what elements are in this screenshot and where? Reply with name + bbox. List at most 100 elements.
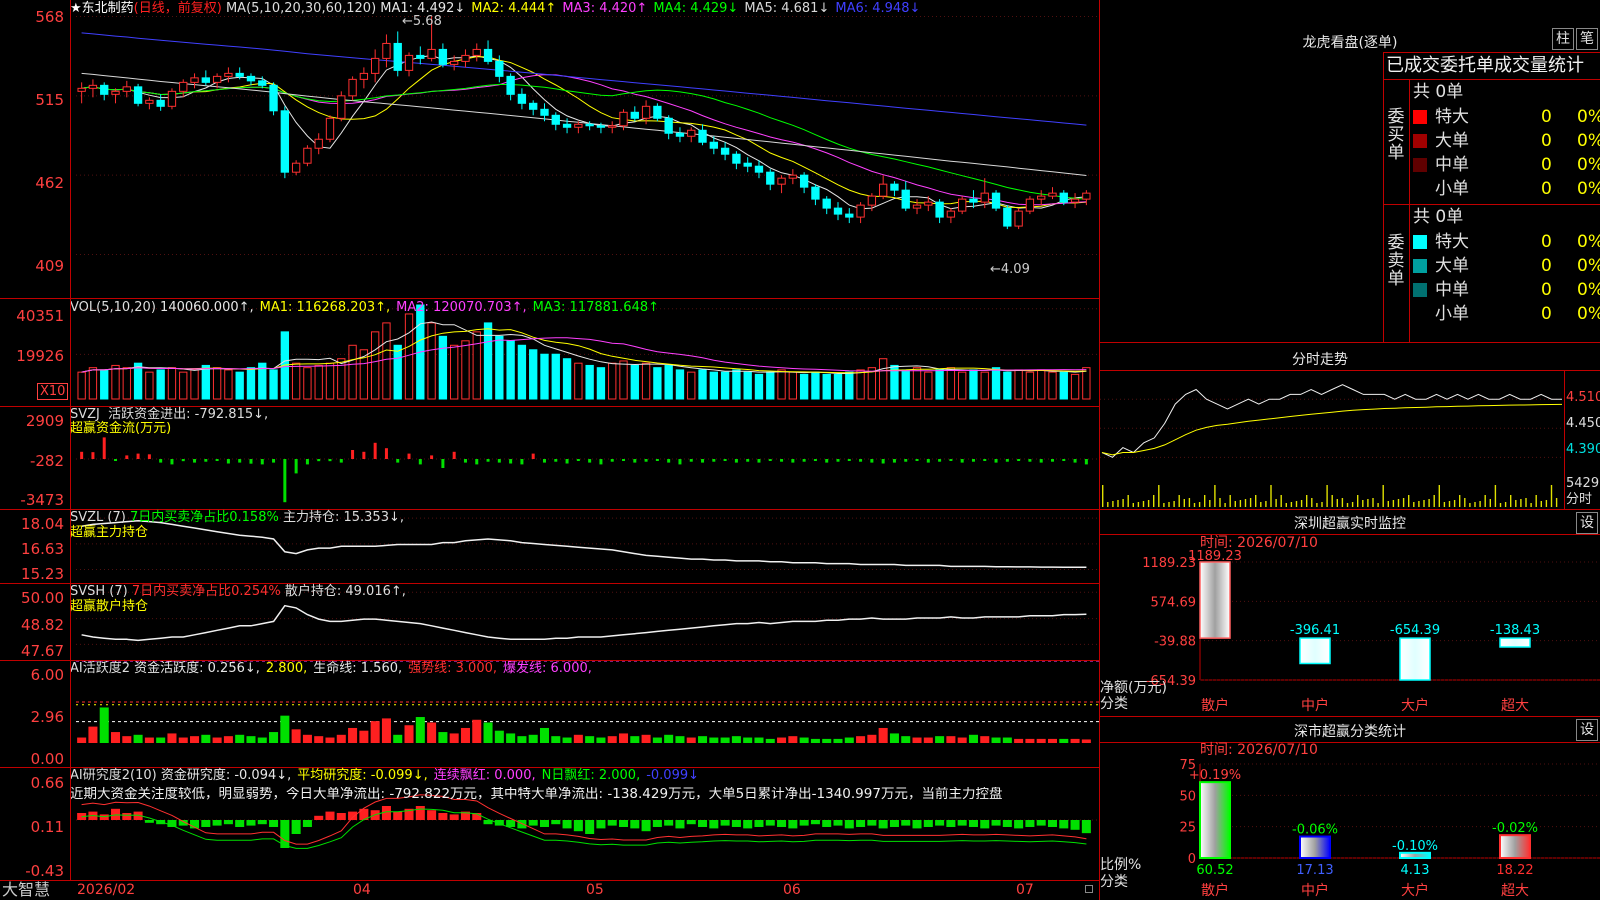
flow-bar[interactable] [892,459,896,463]
activity-bar[interactable] [935,736,945,743]
flow-bar[interactable] [463,459,467,463]
volume-bar[interactable] [495,335,504,400]
candle[interactable] [201,77,210,83]
ai-research-panel[interactable] [0,768,1100,880]
volume-bar[interactable] [77,371,86,400]
candle[interactable] [574,123,583,128]
research-bar[interactable] [630,820,640,829]
flow-bar[interactable] [610,459,614,462]
research-bar[interactable] [110,808,121,820]
volume-bar[interactable] [912,367,922,400]
volume-bar[interactable] [88,367,98,400]
volume-bar[interactable] [190,369,199,400]
research-bar[interactable] [889,820,899,827]
activity-bar[interactable] [122,736,132,743]
activity-bar[interactable] [833,738,843,743]
activity-bar[interactable] [675,736,685,743]
activity-bar[interactable] [201,734,211,743]
flow-bar[interactable] [655,459,659,461]
volume-bar[interactable] [901,369,910,400]
volume-bar[interactable] [845,371,854,400]
flow-bar[interactable] [272,459,276,463]
volume-bar[interactable] [687,371,696,400]
flow-bar[interactable] [836,459,840,462]
flow-bar[interactable] [430,455,434,459]
candle[interactable] [766,171,775,185]
activity-bar[interactable] [596,737,606,743]
volume-bar[interactable] [100,369,109,400]
research-bar[interactable] [652,820,662,827]
flow-bar[interactable] [294,459,298,474]
volume-bar[interactable] [608,362,617,400]
candle[interactable] [754,165,764,173]
candle[interactable] [145,99,154,104]
volume-bar[interactable] [1037,369,1046,400]
research-bar[interactable] [438,813,448,820]
candle[interactable] [878,183,888,197]
volume-bar[interactable] [1025,371,1035,400]
research-bar[interactable] [449,814,459,820]
classify-bar[interactable] [1199,781,1231,859]
candle[interactable] [980,192,989,203]
candle[interactable] [303,147,312,164]
flow-bar[interactable] [226,459,230,464]
candle[interactable] [935,201,944,218]
volume-bar[interactable] [596,367,606,400]
volume-bar[interactable] [675,369,685,400]
candle[interactable] [416,54,425,59]
volume-bar[interactable] [743,371,752,400]
activity-bar[interactable] [731,736,741,743]
flow-bar[interactable] [260,459,264,465]
research-bar[interactable] [618,820,629,827]
candle[interactable] [924,201,933,206]
ai-activity-panel[interactable] [0,661,1100,767]
flow-bar[interactable] [870,459,874,463]
candle[interactable] [991,192,1001,209]
volume-bar[interactable] [799,373,809,400]
volume-bar[interactable] [766,371,775,400]
activity-bar[interactable] [314,736,324,743]
candle[interactable] [1059,192,1068,203]
candle[interactable] [133,86,143,104]
flow-bar[interactable] [475,459,479,465]
candle[interactable] [314,138,323,149]
flow-bar[interactable] [520,459,524,465]
candle[interactable] [743,162,752,167]
candle[interactable] [190,77,199,83]
activity-bar[interactable] [415,717,425,743]
volume-bar[interactable] [574,362,583,400]
classify-chart[interactable]: 7550250+0.19%60.52散户-0.06%17.13中户-0.10%4… [1100,756,1600,900]
activity-bar[interactable] [178,737,188,743]
research-bar[interactable] [788,820,798,829]
volume-bar[interactable] [562,358,572,400]
candle[interactable] [348,78,357,97]
candle[interactable] [404,54,414,71]
activity-bar[interactable] [867,734,877,743]
activity-bar[interactable] [1025,738,1035,743]
volume-bar[interactable] [156,369,165,400]
candlestick-chart[interactable] [0,0,1100,270]
volume-bar[interactable] [145,371,154,400]
research-bar[interactable] [223,820,233,825]
research-bar[interactable] [212,820,222,826]
flow-bar[interactable] [283,459,287,503]
volume-bar[interactable] [822,373,831,400]
volume-bar[interactable] [924,371,933,400]
activity-bar[interactable] [889,733,899,743]
candle[interactable] [912,204,922,209]
research-bar[interactable] [1059,820,1069,829]
volume-bar[interactable] [382,322,391,400]
research-bar[interactable] [709,820,719,829]
flow-bar[interactable] [114,459,118,461]
flow-bar[interactable] [305,459,309,465]
stock-name[interactable]: 东北制药 [82,1,134,16]
research-bar[interactable] [325,811,335,820]
activity-bar[interactable] [449,733,459,743]
activity-bar[interactable] [460,727,470,743]
activity-bar[interactable] [743,737,753,743]
research-bar[interactable] [675,820,685,829]
activity-bar[interactable] [404,725,414,743]
volume-bar[interactable] [720,371,730,400]
flow-bar[interactable] [147,454,151,459]
activity-bar[interactable] [472,719,482,743]
